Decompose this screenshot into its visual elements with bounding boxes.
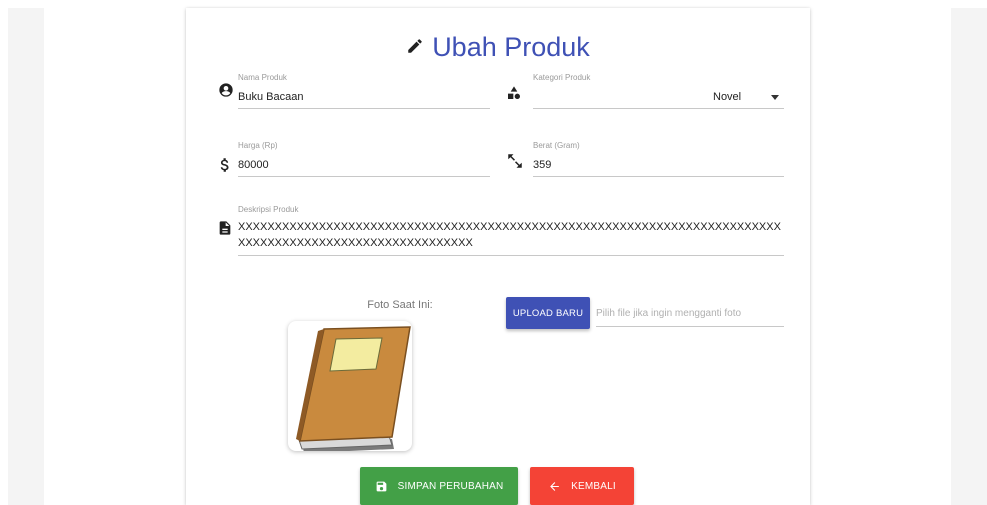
berat-field[interactable]: Berat (Gram) 359	[533, 141, 784, 181]
back-label: KEMBALI	[571, 480, 616, 492]
pencil-icon	[408, 39, 422, 53]
nama-produk-field[interactable]: Nama Produk Buku Bacaan	[238, 73, 490, 113]
current-photo	[288, 321, 412, 453]
book-image	[296, 326, 411, 453]
nama-produk-label: Nama Produk	[238, 73, 287, 82]
nama-produk-input[interactable]: Buku Bacaan	[238, 91, 303, 103]
deskripsi-underline	[238, 255, 784, 256]
deskripsi-field[interactable]: Deskripsi Produk XXXXXXXXXXXXXXXXXXXXXXX…	[238, 205, 784, 257]
nama-produk-underline	[238, 108, 490, 109]
save-changes-button[interactable]: SIMPAN PERUBAHAN	[360, 467, 518, 505]
dollar-icon	[220, 158, 229, 172]
kategori-produk-label: Kategori Produk	[533, 73, 591, 82]
back-button[interactable]: KEMBALI	[530, 467, 634, 505]
file-input-underline	[596, 326, 784, 327]
page-title: Ubah Produk	[186, 30, 810, 64]
account-circle-icon	[219, 83, 233, 97]
chevron-down-icon[interactable]	[771, 95, 779, 100]
berat-underline	[533, 176, 784, 177]
upload-new-button-label: UPLOAD BARU	[512, 307, 584, 319]
arrow-left-icon	[550, 481, 559, 491]
shapes-icon	[508, 86, 520, 99]
kategori-produk-value[interactable]: Novel	[713, 91, 741, 103]
floppy-disk-icon	[376, 481, 386, 491]
page-title-text: Ubah Produk	[432, 32, 590, 62]
current-photo-label: Foto Saat Ini:	[367, 299, 433, 311]
upload-new-button[interactable]: UPLOAD BARU	[506, 297, 590, 329]
file-document-icon	[219, 221, 231, 235]
page-left-strip	[8, 8, 44, 505]
harga-input[interactable]: 80000	[238, 159, 269, 171]
harga-underline	[238, 176, 490, 177]
harga-field[interactable]: Harga (Rp) 80000	[238, 141, 490, 181]
edit-product-card: Ubah Produk Nama Produk Buku Bacaan Kate…	[186, 8, 810, 505]
deskripsi-textarea[interactable]: XXXXXXXXXXXXXXXXXXXXXXXXXXXXXXXXXXXXXXXX…	[238, 219, 784, 251]
save-changes-label: SIMPAN PERUBAHAN	[397, 480, 504, 492]
resize-arrows-icon	[508, 154, 522, 168]
berat-input[interactable]: 359	[533, 159, 551, 171]
kategori-produk-select[interactable]: Kategori Produk Novel	[533, 73, 784, 113]
harga-label: Harga (Rp)	[238, 141, 278, 150]
file-input-placeholder[interactable]: Pilih file jika ingin mengganti foto	[596, 308, 741, 319]
kategori-produk-underline	[533, 108, 784, 109]
deskripsi-label: Deskripsi Produk	[238, 205, 299, 214]
berat-label: Berat (Gram)	[533, 141, 580, 150]
page-right-strip	[951, 8, 987, 505]
